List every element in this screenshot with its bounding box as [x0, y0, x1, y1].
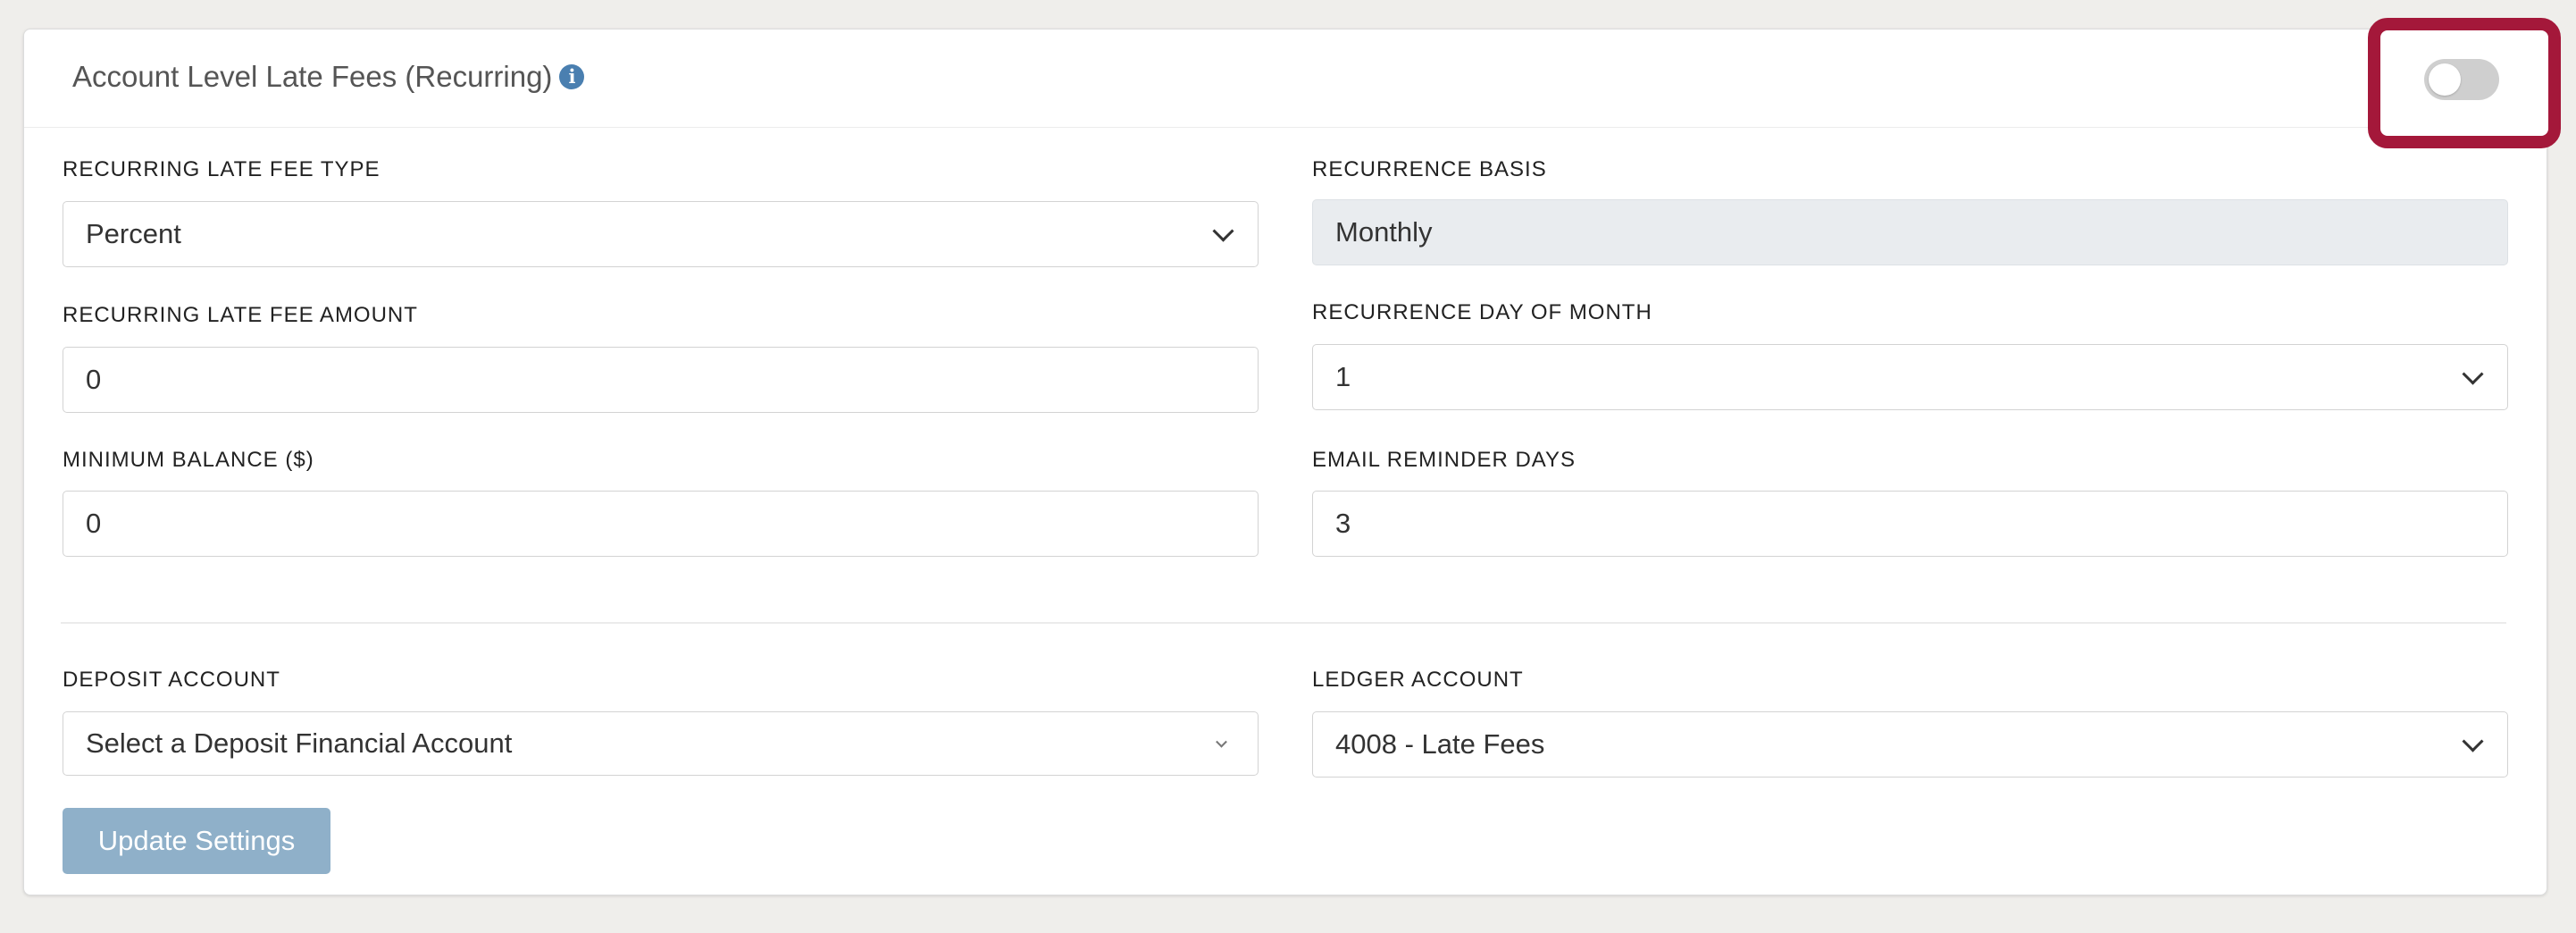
recurrence-day-select[interactable]: 1	[1312, 344, 2508, 410]
email-reminder-input[interactable]: 3	[1312, 491, 2508, 557]
late-fee-type-value: Percent	[86, 218, 181, 249]
chevron-down-icon	[1212, 220, 1234, 242]
minimum-balance-value: 0	[86, 508, 102, 539]
deposit-account-value: Select a Deposit Financial Account	[86, 727, 513, 759]
update-settings-button[interactable]: Update Settings	[63, 808, 330, 874]
minimum-balance-label: MINIMUM BALANCE ($)	[63, 448, 314, 472]
deposit-account-select[interactable]: Select a Deposit Financial Account	[63, 711, 1259, 776]
card-title: Account Level Late Fees (Recurring) i	[72, 60, 585, 94]
chevron-down-icon	[2462, 730, 2484, 752]
late-fee-type-label: RECURRING LATE FEE TYPE	[63, 157, 381, 181]
info-icon[interactable]: i	[559, 64, 585, 89]
late-fee-amount-input[interactable]: 0	[63, 347, 1259, 413]
section-divider	[61, 622, 2506, 624]
late-fee-amount-value: 0	[86, 364, 102, 395]
recurrence-basis-value: Monthly	[1335, 216, 1433, 248]
toggle-knob	[2429, 63, 2461, 96]
ledger-account-select[interactable]: 4008 - Late Fees	[1312, 711, 2508, 778]
minimum-balance-input[interactable]: 0	[63, 491, 1259, 557]
ledger-account-value: 4008 - Late Fees	[1335, 728, 1545, 760]
ledger-account-label: LEDGER ACCOUNT	[1312, 668, 1524, 692]
recurrence-day-value: 1	[1335, 361, 1351, 392]
late-fee-amount-label: RECURRING LATE FEE AMOUNT	[63, 303, 418, 327]
recurrence-basis-label: RECURRENCE BASIS	[1312, 157, 1547, 181]
deposit-account-label: DEPOSIT ACCOUNT	[63, 668, 280, 692]
recurrence-basis-input: Monthly	[1312, 199, 2508, 265]
recurrence-day-label: RECURRENCE DAY OF MONTH	[1312, 300, 1652, 324]
email-reminder-label: EMAIL REMINDER DAYS	[1312, 448, 1577, 472]
card-title-text: Account Level Late Fees (Recurring)	[72, 60, 553, 93]
enable-toggle[interactable]	[2424, 59, 2499, 100]
email-reminder-value: 3	[1335, 508, 1351, 539]
chevron-down-icon	[2462, 363, 2484, 385]
late-fee-type-select[interactable]: Percent	[63, 201, 1259, 267]
chevron-down-icon	[1216, 735, 1227, 748]
card-header: Account Level Late Fees (Recurring) i	[24, 29, 2547, 128]
